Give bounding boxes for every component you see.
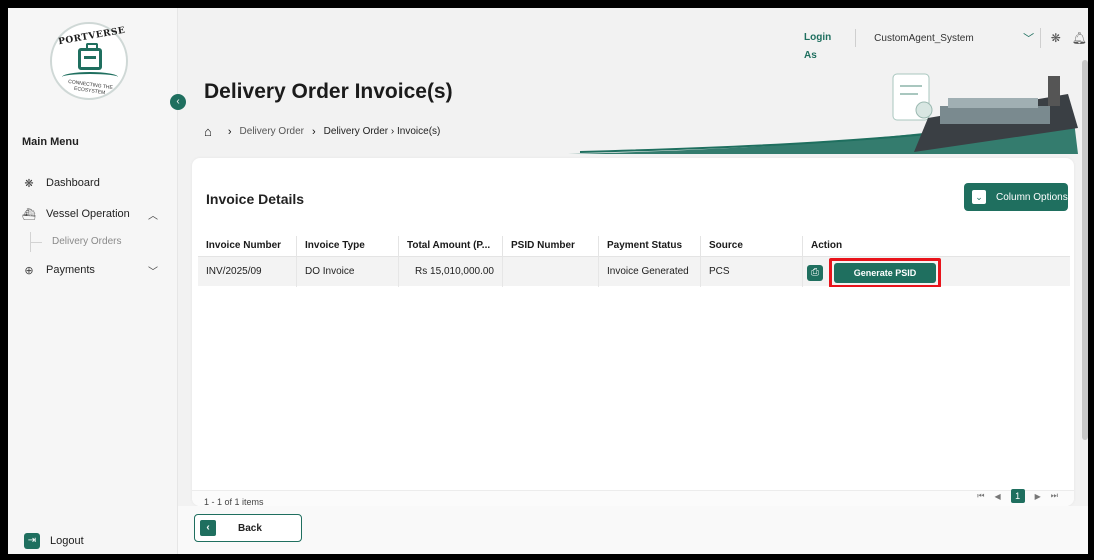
breadcrumb-separator-icon: › bbox=[227, 125, 232, 138]
breadcrumb: ⌂ › Delivery Order › Delivery Order › In… bbox=[204, 124, 440, 139]
notification-bell-icon[interactable]: 🔔︎ bbox=[1071, 29, 1088, 47]
total-amount-cell: Rs 15,010,000.00 bbox=[398, 256, 502, 287]
user-select[interactable]: CustomAgent_System ﹀ bbox=[866, 28, 1042, 48]
breadcrumb-item-current: Delivery Order › Invoice(s) bbox=[323, 126, 441, 137]
ship-logo-icon bbox=[78, 43, 102, 70]
pagination: ⏮ ◀ 1 ▶ ⏭ bbox=[967, 489, 1058, 503]
user-select-value: CustomAgent_System bbox=[874, 32, 974, 44]
back-label: Back bbox=[238, 522, 262, 534]
prev-page-icon[interactable]: ◀ bbox=[994, 492, 1000, 501]
logout-label: Logout bbox=[50, 535, 84, 547]
column-header[interactable]: Invoice Number bbox=[198, 236, 296, 256]
column-header[interactable]: Total Amount (P... bbox=[398, 236, 502, 256]
sidebar-item-payments[interactable]: ⊕ Payments ﹀ bbox=[22, 260, 172, 280]
column-options-button[interactable]: ⌄ Column Options bbox=[964, 183, 1068, 211]
submenu-tick bbox=[30, 242, 42, 243]
logout-icon: ⇥ bbox=[24, 533, 40, 549]
next-page-icon[interactable]: ▶ bbox=[1035, 492, 1041, 501]
generate-psid-button[interactable]: Generate PSID bbox=[834, 262, 936, 283]
sidebar-item-vessel-operation[interactable]: ⛴ Vessel Operation ︿ bbox=[22, 204, 172, 224]
last-page-icon[interactable]: ⏭ bbox=[1051, 491, 1058, 501]
print-icon[interactable]: ⎙ bbox=[807, 264, 823, 281]
topbar: Login As CustomAgent_System ﹀ ❋ 🔔︎ bbox=[794, 26, 1088, 61]
chevron-down-icon: ﹀ bbox=[1023, 33, 1035, 45]
column-header[interactable]: Invoice Type bbox=[296, 236, 398, 256]
invoice-number-cell: INV/2025/09 bbox=[206, 265, 262, 277]
payments-icon: ⊕ bbox=[24, 264, 34, 277]
sidebar: PORTVERSE CONNECTING THE ECOSYSTEM Main … bbox=[8, 8, 178, 554]
ship-icon: ⛴ bbox=[22, 208, 36, 221]
column-header[interactable]: PSID Number bbox=[502, 236, 598, 256]
settings-icon[interactable]: ❋ bbox=[1047, 29, 1064, 47]
breadcrumb-item-delivery-order[interactable]: Delivery Order bbox=[240, 126, 304, 137]
logout-button[interactable]: ⇥ Logout bbox=[24, 533, 84, 549]
sidebar-collapse-button[interactable]: ‹ bbox=[170, 94, 186, 110]
bottom-bar: ‹ Back bbox=[178, 506, 1088, 554]
table-footer: 1 - 1 of 1 items ⏮ ◀ 1 ▶ ⏭ bbox=[192, 489, 1074, 507]
page-title: Delivery Order Invoice(s) bbox=[204, 80, 453, 103]
sidebar-item-dashboard[interactable]: ❋ Dashboard bbox=[22, 173, 100, 193]
main-menu-title: Main Menu bbox=[22, 136, 79, 148]
chevron-left-icon: ‹ bbox=[200, 520, 216, 536]
back-button[interactable]: ‹ Back bbox=[194, 514, 302, 542]
vertical-scrollbar[interactable] bbox=[1082, 60, 1088, 440]
payment-status-cell: Invoice Generated bbox=[598, 256, 700, 287]
column-options-label: Column Options bbox=[996, 191, 1068, 203]
banner-illustration bbox=[568, 73, 1078, 154]
sidebar-item-label: Vessel Operation bbox=[46, 208, 130, 220]
sidebar-subitem-delivery-orders[interactable]: Delivery Orders bbox=[52, 236, 121, 247]
first-page-icon[interactable]: ⏮ bbox=[977, 491, 984, 501]
chevron-down-icon: ⌄ bbox=[972, 190, 986, 204]
card-title: Invoice Details bbox=[206, 191, 305, 207]
column-header[interactable]: Payment Status bbox=[598, 236, 700, 256]
chevron-up-icon: ︿ bbox=[148, 210, 158, 222]
sidebar-item-label: Payments bbox=[46, 264, 95, 276]
dashboard-icon: ❋ bbox=[24, 177, 34, 190]
psid-number-cell bbox=[502, 256, 598, 287]
highlight-box: Generate PSID bbox=[829, 257, 941, 287]
invoice-type-cell: DO Invoice bbox=[296, 256, 398, 287]
invoice-details-card: Invoice Details ⌄ Column Options Invoice… bbox=[192, 158, 1074, 507]
sidebar-item-label: Dashboard bbox=[46, 177, 100, 189]
column-header[interactable]: Action bbox=[802, 236, 1070, 256]
action-cell: ⎙ Generate PSID bbox=[802, 256, 1070, 287]
source-cell: PCS bbox=[700, 256, 802, 287]
table-row: INV/2025/09 DO Invoice Rs 15,010,000.00 … bbox=[198, 256, 1070, 287]
login-as-label: Login As bbox=[804, 29, 857, 61]
chevron-down-icon: ﹀ bbox=[148, 266, 158, 278]
logo-bottom-text: CONNECTING THE ECOSYSTEM bbox=[67, 78, 114, 97]
invoice-table: Invoice Number Invoice Type Total Amount… bbox=[198, 236, 1070, 287]
column-header[interactable]: Source bbox=[700, 236, 802, 256]
breadcrumb-separator-icon: › bbox=[312, 125, 316, 138]
portverse-logo: PORTVERSE CONNECTING THE ECOSYSTEM bbox=[50, 22, 128, 100]
app-window: PORTVERSE CONNECTING THE ECOSYSTEM Main … bbox=[8, 8, 1088, 554]
page-number-button[interactable]: 1 bbox=[1010, 489, 1025, 503]
home-icon[interactable]: ⌂ bbox=[204, 124, 212, 139]
table-header: Invoice Number Invoice Type Total Amount… bbox=[198, 236, 1070, 256]
